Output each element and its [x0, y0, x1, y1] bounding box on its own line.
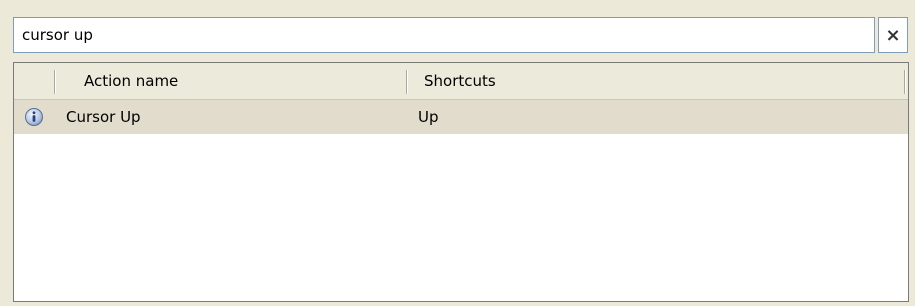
shortcut-cell: Up	[418, 108, 439, 126]
column-header-action-name[interactable]: Action name	[54, 63, 407, 99]
clear-search-button[interactable]: ×	[878, 17, 908, 53]
column-divider[interactable]	[904, 70, 906, 94]
column-header-shortcuts[interactable]: Shortcuts	[407, 63, 908, 99]
table-row[interactable]: Cursor Up Up	[14, 100, 908, 134]
column-header-icon[interactable]	[14, 63, 54, 99]
column-header-label: Action name	[84, 72, 179, 90]
column-header-label: Shortcuts	[424, 72, 496, 90]
actions-table: Action name Shortcuts Cursor Up Up	[13, 62, 909, 302]
info-icon	[22, 100, 46, 134]
table-header: Action name Shortcuts	[14, 63, 908, 100]
action-name-cell: Cursor Up	[66, 108, 141, 126]
search-input[interactable]	[13, 17, 875, 53]
